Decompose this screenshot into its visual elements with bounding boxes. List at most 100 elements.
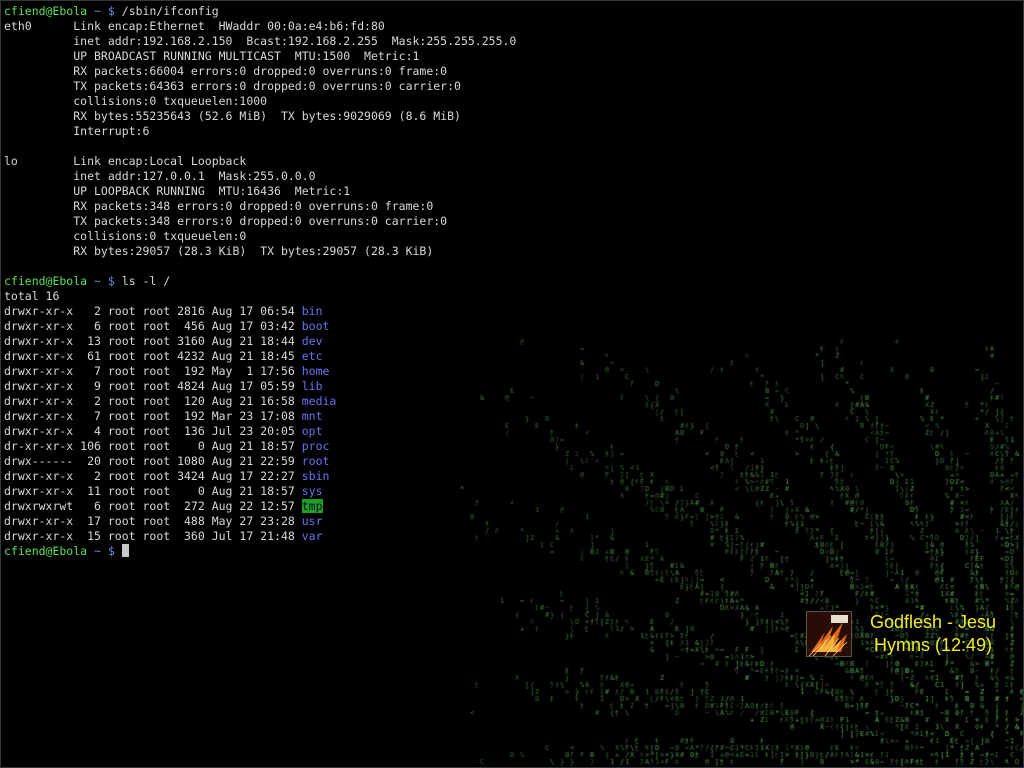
output-line: RX bytes:55235643 (52.6 MiB) TX bytes:90… [4,109,704,124]
directory-name: usr [301,514,323,528]
output-line: collisions:0 txqueuelen:1000 [4,94,704,109]
output-line: Interrupt:6 [4,124,704,139]
directory-name: proc [301,439,330,453]
listing-row: drwxr-xr-x 7 root root 192 May 1 17:56 h… [4,364,704,379]
now-playing-osd: Godflesh - Jesu Hymns (12:49) [806,611,1016,657]
output-line: TX packets:348 errors:0 dropped:0 overru… [4,214,704,229]
output-text: TX packets:64363 errors:0 dropped:0 over… [4,79,461,93]
output-text: RX bytes:55235643 (52.6 MiB) TX bytes:90… [4,109,461,123]
output-text: drwxr-xr-x 6 root root 456 Aug 17 03:42 [4,319,302,333]
output-text: drwxr-xr-x 4 root root 136 Jul 23 20:05 [4,424,302,438]
output-text: RX packets:348 errors:0 dropped:0 overru… [4,199,434,213]
listing-row: drwxr-xr-x 9 root root 4824 Aug 17 05:59… [4,379,704,394]
prompt-symbol: $ [107,274,115,288]
listing-row: drwxr-xr-x 7 root root 192 Mar 23 17:08 … [4,409,704,424]
output-text: dr-xr-xr-x 106 root root 0 Aug 21 18:57 [4,439,302,453]
directory-name: lib [301,379,323,393]
output-line: collisions:0 txqueuelen:0 [4,229,704,244]
output-text: drwxr-xr-x 2 root root 120 Aug 21 16:58 [4,394,302,408]
output-text: drwxr-xr-x 11 root root 0 Aug 21 18:57 [4,484,302,498]
output-text: RX packets:66004 errors:0 dropped:0 over… [4,64,448,78]
command-text [115,544,122,558]
output-text: lo Link encap:Local Loopback [4,154,247,168]
command-text: /sbin/ifconfig [114,4,219,18]
listing-row: drwxr-xr-x 15 root root 360 Jul 17 21:48… [4,529,704,544]
output-line: RX bytes:29057 (28.3 KiB) TX bytes:29057… [4,244,704,259]
directory-name: tmp [301,499,323,513]
directory-name: media [301,394,337,408]
prompt-line: cfiend@Ebola ~ $ ls -l / [4,274,704,289]
now-playing-album: Hymns (12:49) [873,635,993,655]
output-text: UP LOOPBACK RUNNING MTU:16436 Metric:1 [4,184,351,198]
output-line: RX packets:348 errors:0 dropped:0 overru… [4,199,704,214]
output-text: drwxrwxrwt 6 root root 272 Aug 22 12:57 [4,499,302,513]
output-text: UP BROADCAST RUNNING MULTICAST MTU:1500 … [4,49,420,63]
output-line: total 16 [4,289,704,304]
directory-name: etc [301,349,323,363]
listing-row: drwxr-xr-x 2 root root 3424 Aug 17 22:27… [4,469,704,484]
directory-name: opt [301,424,323,438]
directory-name: sys [301,484,323,498]
listing-row: drwxrwxrwt 6 root root 272 Aug 22 12:57 … [4,499,704,514]
output-text: inet addr:127.0.0.1 Mask:255.0.0.0 [4,169,316,183]
output-text: drwxr-xr-x 7 root root 192 May 1 17:56 [4,364,302,378]
output-text: collisions:0 txqueuelen:1000 [4,94,268,108]
listing-row: drwxr-xr-x 4 root root 136 Jul 23 20:05 … [4,424,704,439]
listing-row: drwxr-xr-x 13 root root 3160 Aug 21 18:4… [4,334,704,349]
output-text: total 16 [4,289,60,303]
text-cursor[interactable] [121,544,129,557]
directory-name: root [301,454,330,468]
output-text: drwxr-xr-x 17 root root 488 May 27 23:28 [4,514,302,528]
output-text: TX packets:348 errors:0 dropped:0 overru… [4,214,448,228]
directory-name: sbin [301,469,330,483]
output-line: inet addr:192.168.2.150 Bcast:192.168.2.… [4,34,704,49]
output-line: RX packets:66004 errors:0 dropped:0 over… [4,64,704,79]
listing-row: dr-xr-xr-x 106 root root 0 Aug 21 18:57 … [4,439,704,454]
output-line: UP LOOPBACK RUNNING MTU:16436 Metric:1 [4,184,704,199]
output-text: eth0 Link encap:Ethernet HWaddr 00:0a:e4… [4,19,385,33]
output-text: drwxr-xr-x 15 root root 360 Jul 17 21:48 [4,529,302,543]
output-text: inet addr:192.168.2.150 Bcast:192.168.2.… [4,34,517,48]
output-line: eth0 Link encap:Ethernet HWaddr 00:0a:e4… [4,19,704,34]
directory-name: boot [301,319,330,333]
output-text: drwxr-xr-x 61 root root 4232 Aug 21 18:4… [4,349,302,363]
listing-row: drwxr-xr-x 61 root root 4232 Aug 21 18:4… [4,349,704,364]
output-text: drwxr-xr-x 2 root root 3424 Aug 17 22:27 [4,469,302,483]
output-line: inet addr:127.0.0.1 Mask:255.0.0.0 [4,169,704,184]
directory-name: bin [301,304,323,318]
output-text: drwxr-xr-x 2 root root 2816 Aug 17 06:54 [4,304,302,318]
output-text: Interrupt:6 [4,124,150,138]
prompt-line: cfiend@Ebola ~ $ [4,544,704,559]
output-text: collisions:0 txqueuelen:0 [4,229,247,243]
listing-row: drwxr-xr-x 2 root root 2816 Aug 17 06:54… [4,304,704,319]
prompt-symbol: $ [107,544,115,558]
prompt-path: ~ [94,4,101,18]
prompt-path: ~ [94,544,101,558]
listing-row: drwxr-xr-x 11 root root 0 Aug 21 18:57 s… [4,484,704,499]
listing-row: drwx------ 20 root root 1080 Aug 21 22:5… [4,454,704,469]
command-text: ls -l / [114,274,171,288]
terminal-output[interactable]: cfiend@Ebola ~ $ /sbin/ifconfig eth0 Link… [4,4,704,604]
output-text: drwxr-xr-x 7 root root 192 Mar 23 17:08 [4,409,302,423]
output-line: TX packets:64363 errors:0 dropped:0 over… [4,79,704,94]
prompt-symbol: $ [107,4,115,18]
output-text: drwxr-xr-x 13 root root 3160 Aug 21 18:4… [4,334,302,348]
prompt-path: ~ [94,274,101,288]
listing-row: drwxr-xr-x 17 root root 488 May 27 23:28… [4,514,704,529]
now-playing-title: Godflesh - Jesu [869,612,997,632]
output-line: lo Link encap:Local Loopback [4,154,704,169]
output-text: drwxr-xr-x 9 root root 4824 Aug 17 05:59 [4,379,302,393]
directory-name: home [301,364,330,378]
listing-row: drwxr-xr-x 2 root root 120 Aug 21 16:58 … [4,394,704,409]
directory-name: dev [301,334,323,348]
prompt-user: cfiend@Ebola [4,4,88,18]
directory-name: mnt [301,409,323,423]
listing-row: drwxr-xr-x 6 root root 456 Aug 17 03:42 … [4,319,704,334]
output-text: RX bytes:29057 (28.3 KiB) TX bytes:29057… [4,244,434,258]
prompt-line: cfiend@Ebola ~ $ /sbin/ifconfig [4,4,704,19]
output-line: UP BROADCAST RUNNING MULTICAST MTU:1500 … [4,49,704,64]
directory-name: var [301,529,323,543]
prompt-user: cfiend@Ebola [4,544,88,558]
output-text: drwx------ 20 root root 1080 Aug 21 22:5… [4,454,302,468]
album-cover-icon [806,611,852,657]
